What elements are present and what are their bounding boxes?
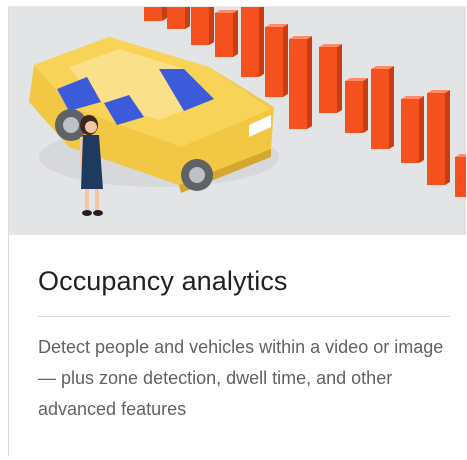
title-divider	[38, 316, 450, 317]
bar	[241, 7, 259, 77]
bar	[401, 99, 419, 163]
bar	[215, 13, 233, 57]
card-title: Occupancy analytics	[38, 266, 288, 296]
bar-side	[162, 7, 167, 21]
bar-side	[185, 7, 190, 29]
bar-side	[233, 10, 238, 57]
bar	[167, 7, 185, 29]
bar-side	[259, 7, 264, 77]
card-illustration	[9, 7, 466, 235]
bar	[371, 69, 389, 149]
bar	[144, 7, 162, 21]
bar-top	[455, 154, 466, 157]
bar	[265, 27, 283, 97]
bar-side	[445, 90, 450, 185]
bar-side	[419, 96, 424, 163]
occupancy-analytics-card[interactable]: Occupancy analytics Detect people and ve…	[8, 6, 466, 456]
bar	[455, 157, 466, 197]
bar	[319, 47, 337, 113]
bar-side	[389, 66, 394, 149]
illustration-svg	[29, 7, 466, 216]
bar	[289, 39, 307, 129]
bar	[191, 7, 209, 45]
card-description: Detect people and vehicles within a vide…	[38, 337, 444, 419]
bar	[427, 93, 445, 185]
bar-side	[363, 78, 368, 133]
bar	[345, 81, 363, 133]
bar-side	[307, 36, 312, 129]
bar-side	[337, 44, 342, 113]
bar-side	[283, 24, 288, 97]
bar-side	[209, 7, 214, 45]
